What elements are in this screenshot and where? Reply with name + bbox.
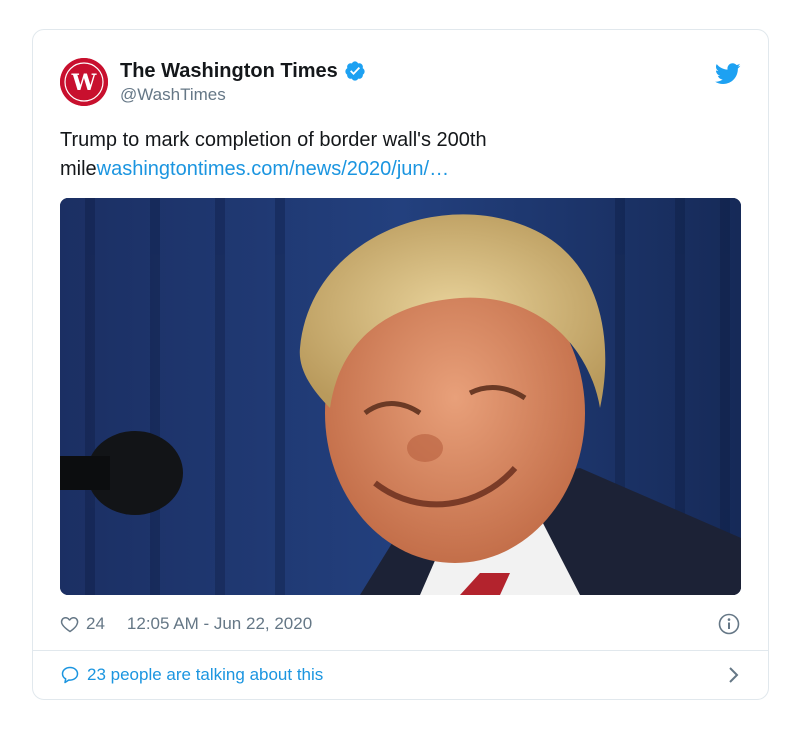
like-count[interactable]: 24 xyxy=(86,614,105,634)
conversation-link[interactable]: 23 people are talking about this xyxy=(60,662,741,688)
tweet-card: W The Washington Times @WashTimes Trump … xyxy=(32,29,769,700)
photo-icon xyxy=(60,198,741,595)
display-name[interactable]: The Washington Times xyxy=(120,59,338,83)
avatar[interactable]: W xyxy=(60,58,108,106)
twitter-bird-icon[interactable] xyxy=(715,63,741,85)
handle[interactable]: @WashTimes xyxy=(120,85,366,105)
timestamp[interactable]: 12:05 AM - Jun 22, 2020 xyxy=(127,614,312,634)
display-name-row[interactable]: The Washington Times xyxy=(120,59,366,83)
tweet-header: W The Washington Times @WashTimes xyxy=(60,55,741,111)
chevron-right-icon[interactable] xyxy=(727,665,741,685)
tweet-link[interactable]: washingtontimes.com/news/2020/jun/… xyxy=(97,158,449,180)
tweet-text: Trump to mark completion of border wall'… xyxy=(60,126,740,184)
info-icon[interactable] xyxy=(717,612,741,636)
divider xyxy=(33,650,768,651)
heart-icon[interactable] xyxy=(60,614,80,634)
speech-bubble-icon xyxy=(61,666,79,684)
washington-times-logo-icon: W xyxy=(60,58,108,106)
account-names: The Washington Times @WashTimes xyxy=(120,59,366,105)
svg-text:W: W xyxy=(71,70,97,96)
verified-badge-icon xyxy=(345,61,365,81)
tweet-photo[interactable] xyxy=(60,198,741,595)
tweet-meta: 24 12:05 AM - Jun 22, 2020 xyxy=(60,612,741,636)
talking-count[interactable]: 23 people are talking about this xyxy=(87,665,323,685)
